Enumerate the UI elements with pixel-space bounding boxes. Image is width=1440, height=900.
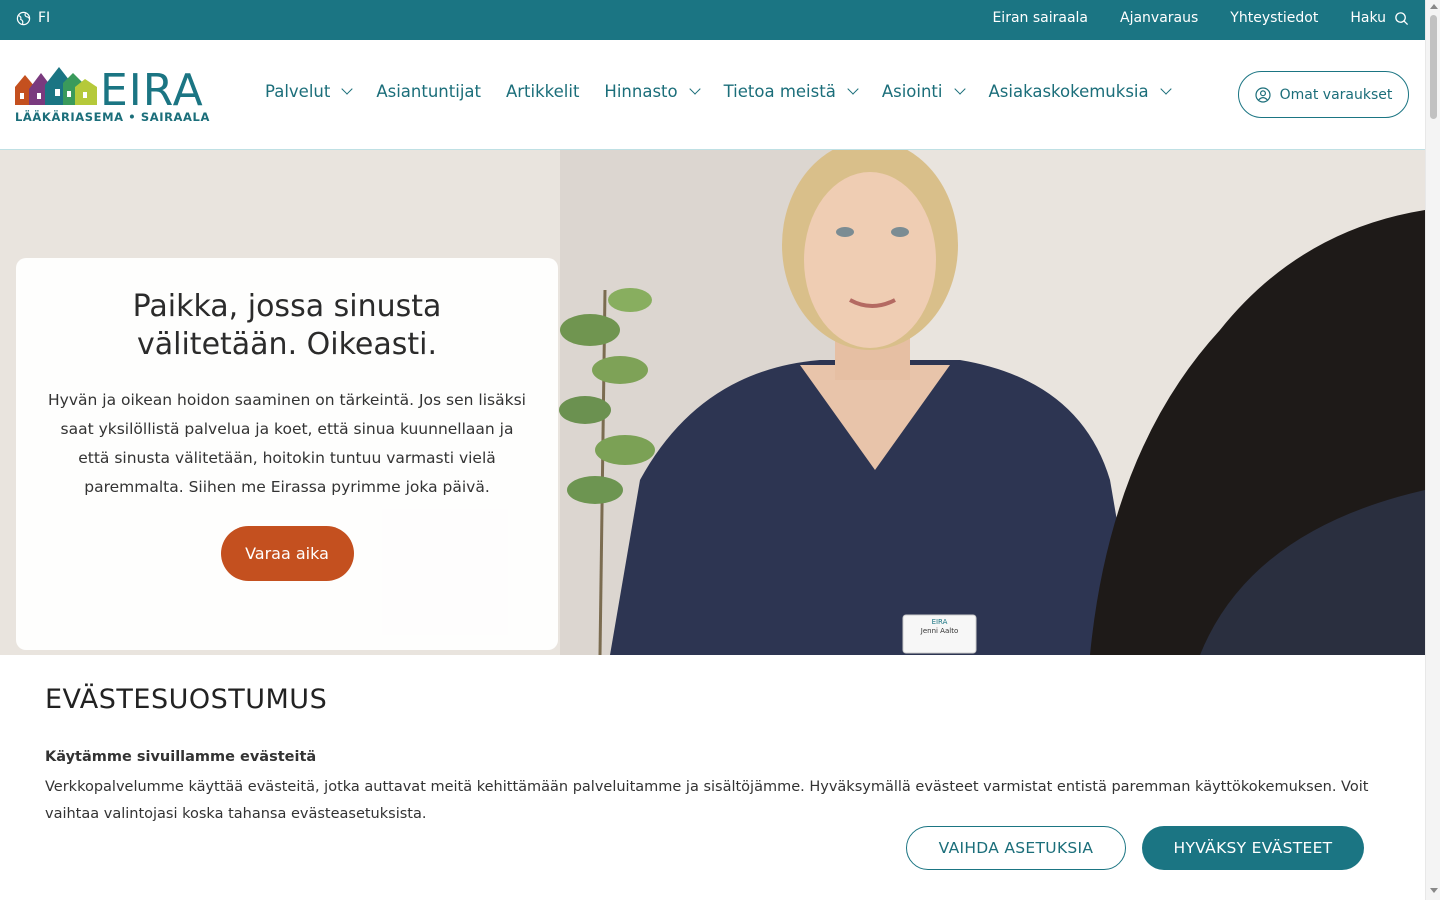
- scroll-up-icon[interactable]: [1430, 4, 1438, 9]
- hero-card: Paikka, jossa sinusta välitetään. Oikeas…: [16, 258, 558, 650]
- nav-artikkelit[interactable]: Artikkelit: [506, 82, 579, 101]
- nav-palvelut-label: Palvelut: [265, 82, 331, 101]
- nav-palvelut[interactable]: Palvelut: [265, 82, 354, 101]
- logo-houses-icon: [15, 67, 97, 105]
- nav-hinnasto-label: Hinnasto: [604, 82, 678, 101]
- search-icon: [1395, 11, 1409, 25]
- nav-asiointi[interactable]: Asiointi: [881, 82, 966, 101]
- badge-brand: EIRA: [931, 618, 948, 626]
- accept-cookies-button[interactable]: HYVÄKSY EVÄSTEET: [1142, 826, 1364, 870]
- top-utility-bar: FI Eiran sairaala Ajanvaraus Yhteystiedo…: [0, 0, 1425, 40]
- scrollbar-thumb[interactable]: [1430, 15, 1437, 119]
- language-selector[interactable]: FI: [16, 10, 50, 26]
- search-button[interactable]: Haku: [1350, 10, 1409, 26]
- badge-name: Jenni Aalto: [920, 627, 959, 635]
- nav-asiantuntijat-label: Asiantuntijat: [376, 82, 481, 101]
- omat-varaukset-label: Omat varaukset: [1279, 86, 1393, 103]
- logo-subtitle: LÄÄKÄRIASEMA • SAIRAALA: [15, 110, 210, 124]
- cookie-consent-banner: EVÄSTESUOSTUMUS Käytämme sivuillamme evä…: [0, 655, 1425, 900]
- hero-body: Hyvän ja oikean hoidon saaminen on tärke…: [48, 391, 526, 496]
- nav-hinnasto[interactable]: Hinnasto: [604, 82, 701, 101]
- omat-varaukset-button[interactable]: Omat varaukset: [1238, 71, 1409, 118]
- link-ajanvaraus[interactable]: Ajanvaraus: [1120, 10, 1198, 26]
- chevron-down-icon: [847, 83, 859, 95]
- nav-asiakaskokemuksia[interactable]: Asiakaskokemuksia: [988, 82, 1172, 101]
- scroll-down-icon[interactable]: [1430, 888, 1438, 893]
- nav-tietoa-meista-label: Tietoa meistä: [723, 82, 836, 101]
- logo-wordmark: EIRA: [100, 65, 204, 116]
- user-icon: [1255, 86, 1271, 103]
- chevron-down-icon: [1159, 83, 1172, 95]
- cookie-subheading: Käytämme sivuillamme evästeitä: [45, 749, 317, 765]
- language-label: FI: [38, 10, 51, 26]
- link-yhteystiedot[interactable]: Yhteystiedot: [1230, 10, 1318, 26]
- nav-asiantuntijat[interactable]: Asiantuntijat: [376, 82, 481, 101]
- varaa-aika-button[interactable]: Varaa aika: [220, 526, 354, 581]
- nav-asiointi-label: Asiointi: [881, 82, 943, 101]
- cookie-heading: EVÄSTESUOSTUMUS: [45, 684, 328, 715]
- cookie-text: Verkkopalvelumme käyttää evästeitä, jotk…: [45, 779, 1369, 822]
- nav-tietoa-meista[interactable]: Tietoa meistä: [723, 82, 859, 101]
- link-eiran-sairaala[interactable]: Eiran sairaala: [992, 10, 1088, 26]
- page-scrollbar[interactable]: [1425, 0, 1440, 900]
- logo[interactable]: EIRA LÄÄKÄRIASEMA • SAIRAALA: [15, 65, 215, 127]
- name-badge: EIRA Jenni Aalto: [903, 615, 976, 653]
- change-settings-button[interactable]: VAIHDA ASETUKSIA: [906, 826, 1126, 870]
- nav-asiakaskokemuksia-label: Asiakaskokemuksia: [988, 82, 1149, 101]
- globe-icon: [16, 11, 31, 25]
- main-header: EIRA LÄÄKÄRIASEMA • SAIRAALA Palvelut As…: [0, 40, 1425, 150]
- main-navigation: Palvelut Asiantuntijat Artikkelit Hinnas…: [265, 82, 1172, 101]
- hero-title: Paikka, jossa sinusta välitetään. Oikeas…: [132, 289, 442, 362]
- chevron-down-icon: [341, 83, 354, 95]
- chevron-down-icon: [953, 83, 966, 95]
- nav-artikkelit-label: Artikkelit: [505, 82, 580, 101]
- hero-section: EIRA Jenni Aalto Paikka, jossa sinusta v…: [0, 150, 1425, 655]
- chevron-down-icon: [688, 83, 701, 95]
- search-label: Haku: [1350, 10, 1386, 26]
